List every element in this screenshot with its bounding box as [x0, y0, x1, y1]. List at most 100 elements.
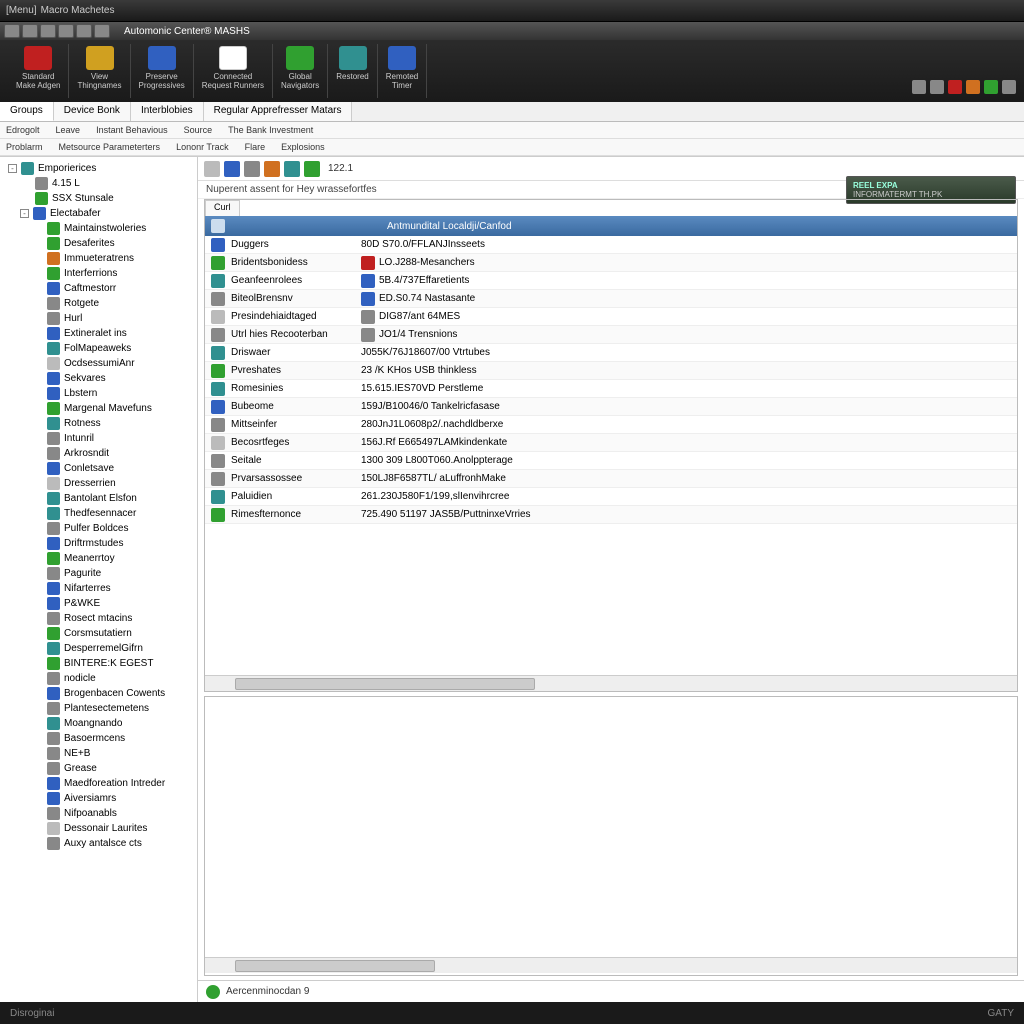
tab-3[interactable]: Regular Apprefresser Matars — [204, 102, 353, 121]
toolbar-icon-2[interactable] — [244, 161, 260, 177]
tray-icon-2[interactable] — [948, 80, 962, 94]
submenu1-item-1[interactable]: Leave — [56, 125, 81, 135]
table-row[interactable]: BiteolBrensnvED.S0.74 Nastasante — [205, 290, 1017, 308]
tree-item[interactable]: Brogenbacen Cowents — [2, 686, 195, 701]
tree-item[interactable]: Dessonair Laurites — [2, 821, 195, 836]
toolbar-icon-5[interactable] — [304, 161, 320, 177]
table-row[interactable]: DriswaerJ055K/76J18607/00 Vtrtubes — [205, 344, 1017, 362]
table-row[interactable]: Seitale1300 309 L800T060.Anolppterage — [205, 452, 1017, 470]
submenu2-item-4[interactable]: Explosions — [281, 142, 325, 152]
tree-item[interactable]: Conletsave — [2, 461, 195, 476]
table-row[interactable]: BridentsbonidessLO.J288-Mesanchers — [205, 254, 1017, 272]
tree-item[interactable]: Auxy antalsce cts — [2, 836, 195, 851]
ribbon-group-3[interactable]: ConnectedRequest Runners — [194, 44, 273, 98]
table-row[interactable]: Pvreshates23 /K KHos USB thinkless — [205, 362, 1017, 380]
table-row[interactable]: PresindehiaidtagedDIG87/ant 64MES — [205, 308, 1017, 326]
submenu1-item-3[interactable]: Source — [184, 125, 213, 135]
qa-button-3[interactable] — [40, 24, 56, 38]
ribbon-group-0[interactable]: StandardMake Adgen — [8, 44, 69, 98]
tree-item[interactable]: BINTERE:K EGEST — [2, 656, 195, 671]
table-row[interactable]: Paluidien261.230J580F1/199,slIenvihrcree — [205, 488, 1017, 506]
table-row[interactable]: Bubeome159J/B10046/0 Tankelricfasase — [205, 398, 1017, 416]
tree-item[interactable]: Sekvares — [2, 371, 195, 386]
submenu2-item-2[interactable]: Lononr Track — [176, 142, 229, 152]
tree-item[interactable]: SSX Stunsale — [2, 191, 195, 206]
tree-item[interactable]: Nifpoanabls — [2, 806, 195, 821]
tree-item[interactable]: Rotness — [2, 416, 195, 431]
ribbon-group-1[interactable]: ViewThingnames — [69, 44, 130, 98]
tree-item[interactable]: Pagurite — [2, 566, 195, 581]
submenu2-item-1[interactable]: Metsource Parameterters — [59, 142, 161, 152]
tray-icon-1[interactable] — [930, 80, 944, 94]
tree-item[interactable]: Pulfer Boldces — [2, 521, 195, 536]
tree-item[interactable]: Desaferites — [2, 236, 195, 251]
grid-header-col2[interactable]: Antmundital Localdji/Canfod — [387, 221, 512, 232]
table-row[interactable]: Prvarsassossee150LJ8F6587TL/ aLuffronhMa… — [205, 470, 1017, 488]
toolbar-icon-1[interactable] — [224, 161, 240, 177]
tree-item[interactable]: Immueteratrens — [2, 251, 195, 266]
tree-item[interactable]: Hurl — [2, 311, 195, 326]
detail-h-scrollbar[interactable] — [205, 957, 1017, 973]
tree-item[interactable]: Maedforeation Intreder — [2, 776, 195, 791]
tree-item[interactable]: Rosect mtacins — [2, 611, 195, 626]
qa-button-6[interactable] — [94, 24, 110, 38]
grid-tab[interactable]: Curl — [205, 200, 240, 216]
submenu1-item-4[interactable]: The Bank Investment — [228, 125, 313, 135]
submenu1-item-0[interactable]: Edrogolt — [6, 125, 40, 135]
grid-h-scrollbar[interactable] — [205, 675, 1017, 691]
tree-item[interactable]: Thedfesennacer — [2, 506, 195, 521]
tree-item[interactable]: FolMapeaweks — [2, 341, 195, 356]
tree-item[interactable]: DesperremelGifrn — [2, 641, 195, 656]
grid-body[interactable]: Duggers80D S70.0/FFLANJInsseetsBridentsb… — [205, 236, 1017, 675]
tree-item[interactable]: -Emporierices — [2, 161, 195, 176]
expand-icon[interactable]: - — [20, 209, 29, 218]
tree-item[interactable]: Margenal Mavefuns — [2, 401, 195, 416]
table-row[interactable]: Utrl hies RecooterbanJO1/4 Trensnions — [205, 326, 1017, 344]
qa-button-1[interactable] — [4, 24, 20, 38]
table-row[interactable]: Becosrtfeges156J.Rf E665497LAMkindenkate — [205, 434, 1017, 452]
tree-item[interactable]: Corsmsutatiern — [2, 626, 195, 641]
tab-0[interactable]: Groups — [0, 102, 54, 121]
ribbon-group-4[interactable]: GlobalNavigators — [273, 44, 328, 98]
tree-item[interactable]: -Electabafer — [2, 206, 195, 221]
tree-item[interactable]: Driftrmstudes — [2, 536, 195, 551]
tree-item[interactable]: Moangnando — [2, 716, 195, 731]
tree-item[interactable]: Nifarterres — [2, 581, 195, 596]
tree-item[interactable]: Bantolant Elsfon — [2, 491, 195, 506]
tree-item[interactable]: Maintainstwoleries — [2, 221, 195, 236]
tree-item[interactable]: P&WKE — [2, 596, 195, 611]
navigation-tree[interactable]: -Emporierices4.15 LSSX Stunsale-Electaba… — [0, 157, 198, 1002]
submenu1-item-2[interactable]: Instant Behavious — [96, 125, 168, 135]
expand-icon[interactable]: - — [8, 164, 17, 173]
submenu2-item-3[interactable]: Flare — [245, 142, 266, 152]
tree-item[interactable]: Intunril — [2, 431, 195, 446]
qa-button-4[interactable] — [58, 24, 74, 38]
ribbon-group-2[interactable]: PreserveProgressives — [131, 44, 194, 98]
tree-item[interactable]: Caftmestorr — [2, 281, 195, 296]
tree-item[interactable]: Arkrosndit — [2, 446, 195, 461]
toolbar-icon-4[interactable] — [284, 161, 300, 177]
toolbar-icon-0[interactable] — [204, 161, 220, 177]
tree-item[interactable]: Lbstern — [2, 386, 195, 401]
table-row[interactable]: Duggers80D S70.0/FFLANJInsseets — [205, 236, 1017, 254]
tree-item[interactable]: Extineralet ins — [2, 326, 195, 341]
tray-icon-4[interactable] — [984, 80, 998, 94]
tree-item[interactable]: Dresserrien — [2, 476, 195, 491]
table-row[interactable]: Mittseinfer280JnJ1L0608p2/.nachdldberxe — [205, 416, 1017, 434]
tray-icon-0[interactable] — [912, 80, 926, 94]
tray-icon-3[interactable] — [966, 80, 980, 94]
submenu2-item-0[interactable]: Problarm — [6, 142, 43, 152]
ribbon-group-6[interactable]: RemotedTimer — [378, 44, 427, 98]
tree-item[interactable]: Grease — [2, 761, 195, 776]
tray-icon-5[interactable] — [1002, 80, 1016, 94]
tree-item[interactable]: Interferrions — [2, 266, 195, 281]
qa-button-2[interactable] — [22, 24, 38, 38]
tree-item[interactable]: Aiversiamrs — [2, 791, 195, 806]
tab-2[interactable]: Interblobies — [131, 102, 204, 121]
ribbon-group-5[interactable]: Restored — [328, 44, 377, 98]
table-row[interactable]: Geanfeenrolees5B.4/737Effaretients — [205, 272, 1017, 290]
tree-item[interactable]: 4.15 L — [2, 176, 195, 191]
tree-item[interactable]: Plantesectemetens — [2, 701, 195, 716]
tree-item[interactable]: Basoermcens — [2, 731, 195, 746]
table-row[interactable]: Romesinies15.615.IES70VD Perstleme — [205, 380, 1017, 398]
